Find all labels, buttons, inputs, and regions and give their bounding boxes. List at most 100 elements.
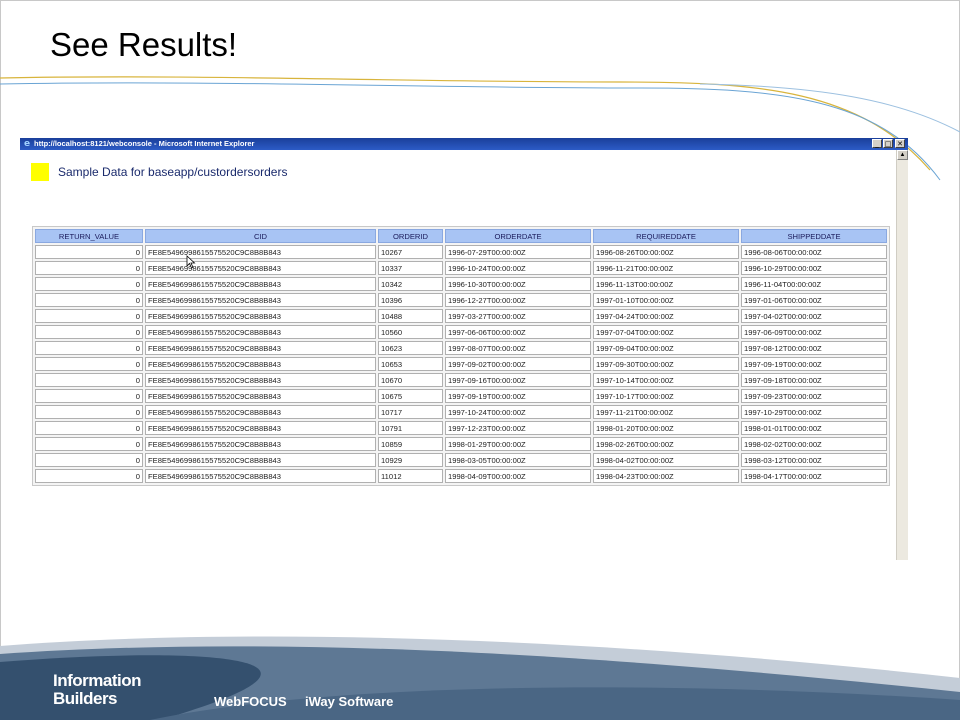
cell-shippeddate: 1997-09-23T00:00:00Z bbox=[741, 389, 887, 403]
cell-shippeddate: 1997-06-09T00:00:00Z bbox=[741, 325, 887, 339]
cell-cid: FE8E5496998615575520C9C8B8B843 bbox=[145, 373, 376, 387]
cell-orderdate: 1997-06-06T00:00:00Z bbox=[445, 325, 591, 339]
cell-shippeddate: 1997-08-12T00:00:00Z bbox=[741, 341, 887, 355]
cell-orderid: 10859 bbox=[378, 437, 443, 451]
cell-requireddate: 1997-01-10T00:00:00Z bbox=[593, 293, 739, 307]
sample-data-heading: Sample Data for baseapp/custordersorders bbox=[58, 165, 288, 179]
table-row: 0 FE8E5496998615575520C9C8B8B843 10337 1996… bbox=[35, 261, 887, 275]
cell-orderdate: 1998-04-09T00:00:00Z bbox=[445, 469, 591, 483]
cell-cid: FE8E5496998615575520C9C8B8B843 bbox=[145, 405, 376, 419]
cell-return-value: 0 bbox=[35, 309, 143, 323]
cell-orderid: 10337 bbox=[378, 261, 443, 275]
cell-orderdate: 1998-01-29T00:00:00Z bbox=[445, 437, 591, 451]
scroll-up-arrow-icon[interactable]: ▲ bbox=[897, 150, 908, 160]
table-row: 0 FE8E5496998615575520C9C8B8B843 10396 1996… bbox=[35, 293, 887, 307]
cell-orderdate: 1997-09-02T00:00:00Z bbox=[445, 357, 591, 371]
cell-shippeddate: 1997-01-06T00:00:00Z bbox=[741, 293, 887, 307]
header-orderid[interactable]: ORDERID bbox=[378, 229, 443, 243]
cell-shippeddate: 1998-01-01T00:00:00Z bbox=[741, 421, 887, 435]
cell-cid: FE8E5496998615575520C9C8B8B843 bbox=[145, 341, 376, 355]
cell-orderid: 10623 bbox=[378, 341, 443, 355]
cell-requireddate: 1997-10-14T00:00:00Z bbox=[593, 373, 739, 387]
cell-cid: FE8E5496998615575520C9C8B8B843 bbox=[145, 437, 376, 451]
cell-return-value: 0 bbox=[35, 405, 143, 419]
cell-orderid: 10560 bbox=[378, 325, 443, 339]
cell-orderdate: 1998-03-05T00:00:00Z bbox=[445, 453, 591, 467]
cell-return-value: 0 bbox=[35, 373, 143, 387]
footer-webfocus-link: WebFOCUS bbox=[214, 694, 287, 709]
table-body: 0 FE8E5496998615575520C9C8B8B843 10267 1996… bbox=[35, 245, 887, 483]
cell-orderid: 10488 bbox=[378, 309, 443, 323]
table-row: 0 FE8E5496998615575520C9C8B8B843 10267 1996… bbox=[35, 245, 887, 259]
cell-shippeddate: 1996-11-04T00:00:00Z bbox=[741, 277, 887, 291]
cell-requireddate: 1998-04-02T00:00:00Z bbox=[593, 453, 739, 467]
header-cid[interactable]: CID bbox=[145, 229, 376, 243]
cell-orderdate: 1997-08-07T00:00:00Z bbox=[445, 341, 591, 355]
maximize-button[interactable]: □ bbox=[883, 139, 893, 148]
close-button[interactable]: ✕ bbox=[895, 139, 905, 148]
table-row: 0 FE8E5496998615575520C9C8B8B843 10670 1997… bbox=[35, 373, 887, 387]
footer-iway-link: iWay Software bbox=[305, 694, 394, 709]
cell-return-value: 0 bbox=[35, 293, 143, 307]
vertical-scrollbar[interactable]: ▲ bbox=[896, 150, 908, 560]
cell-cid: FE8E5496998615575520C9C8B8B843 bbox=[145, 325, 376, 339]
ie-logo-icon: e bbox=[23, 139, 31, 149]
cell-shippeddate: 1997-09-19T00:00:00Z bbox=[741, 357, 887, 371]
cell-shippeddate: 1997-09-18T00:00:00Z bbox=[741, 373, 887, 387]
cell-cid: FE8E5496998615575520C9C8B8B843 bbox=[145, 309, 376, 323]
cell-orderdate: 1996-10-24T00:00:00Z bbox=[445, 261, 591, 275]
cell-cid: FE8E5496998615575520C9C8B8B843 bbox=[145, 421, 376, 435]
cell-orderid: 10675 bbox=[378, 389, 443, 403]
table-row: 0 FE8E5496998615575520C9C8B8B843 10791 1997… bbox=[35, 421, 887, 435]
cell-requireddate: 1997-10-17T00:00:00Z bbox=[593, 389, 739, 403]
header-return-value[interactable]: RETURN_VALUE bbox=[35, 229, 143, 243]
cell-requireddate: 1997-07-04T00:00:00Z bbox=[593, 325, 739, 339]
window-title: http://localhost:8121/webconsole - Micro… bbox=[34, 139, 255, 148]
cell-return-value: 0 bbox=[35, 325, 143, 339]
cell-requireddate: 1998-02-26T00:00:00Z bbox=[593, 437, 739, 451]
cell-shippeddate: 1998-02-02T00:00:00Z bbox=[741, 437, 887, 451]
cell-shippeddate: 1996-10-29T00:00:00Z bbox=[741, 261, 887, 275]
minimize-button[interactable]: _ bbox=[872, 139, 882, 148]
cell-requireddate: 1998-01-20T00:00:00Z bbox=[593, 421, 739, 435]
information-builders-logo: Information Builders bbox=[53, 672, 142, 708]
cell-orderid: 10791 bbox=[378, 421, 443, 435]
cell-orderdate: 1996-07-29T00:00:00Z bbox=[445, 245, 591, 259]
table-row: 0 FE8E5496998615575520C9C8B8B843 10488 1997… bbox=[35, 309, 887, 323]
footer-band-decoration bbox=[0, 636, 960, 720]
cell-return-value: 0 bbox=[35, 469, 143, 483]
header-orderdate[interactable]: ORDERDATE bbox=[445, 229, 591, 243]
yellow-marker-icon bbox=[31, 163, 49, 181]
cell-return-value: 0 bbox=[35, 261, 143, 275]
cell-shippeddate: 1997-10-29T00:00:00Z bbox=[741, 405, 887, 419]
cell-cid: FE8E5496998615575520C9C8B8B843 bbox=[145, 261, 376, 275]
table-row: 0 FE8E5496998615575520C9C8B8B843 10859 1998… bbox=[35, 437, 887, 451]
cell-return-value: 0 bbox=[35, 389, 143, 403]
cell-return-value: 0 bbox=[35, 421, 143, 435]
cell-orderid: 11012 bbox=[378, 469, 443, 483]
cell-orderdate: 1997-09-16T00:00:00Z bbox=[445, 373, 591, 387]
cell-requireddate: 1998-04-23T00:00:00Z bbox=[593, 469, 739, 483]
cell-cid: FE8E5496998615575520C9C8B8B843 bbox=[145, 357, 376, 371]
table-row: 0 FE8E5496998615575520C9C8B8B843 10717 1997… bbox=[35, 405, 887, 419]
brand-line-2: Builders bbox=[53, 689, 118, 708]
table-row: 0 FE8E5496998615575520C9C8B8B843 10342 1996… bbox=[35, 277, 887, 291]
header-shippeddate[interactable]: SHIPPEDDATE bbox=[741, 229, 887, 243]
cell-orderid: 10342 bbox=[378, 277, 443, 291]
cell-cid: FE8E5496998615575520C9C8B8B843 bbox=[145, 277, 376, 291]
header-requireddate[interactable]: REQUIREDDATE bbox=[593, 229, 739, 243]
table-row: 0 FE8E5496998615575520C9C8B8B843 10675 1997… bbox=[35, 389, 887, 403]
cell-orderdate: 1996-12-27T00:00:00Z bbox=[445, 293, 591, 307]
browser-content: Sample Data for baseapp/custordersorders… bbox=[20, 150, 896, 560]
cell-return-value: 0 bbox=[35, 437, 143, 451]
cell-shippeddate: 1998-03-12T00:00:00Z bbox=[741, 453, 887, 467]
cell-return-value: 0 bbox=[35, 357, 143, 371]
table-row: 0 FE8E5496998615575520C9C8B8B843 11012 1998… bbox=[35, 469, 887, 483]
cell-requireddate: 1997-04-24T00:00:00Z bbox=[593, 309, 739, 323]
cell-orderid: 10267 bbox=[378, 245, 443, 259]
table-row: 0 FE8E5496998615575520C9C8B8B843 10623 1997… bbox=[35, 341, 887, 355]
table-row: 0 FE8E5496998615575520C9C8B8B843 10560 1997… bbox=[35, 325, 887, 339]
cell-orderid: 10717 bbox=[378, 405, 443, 419]
cell-cid: FE8E5496998615575520C9C8B8B843 bbox=[145, 245, 376, 259]
mouse-cursor-icon bbox=[186, 255, 196, 269]
